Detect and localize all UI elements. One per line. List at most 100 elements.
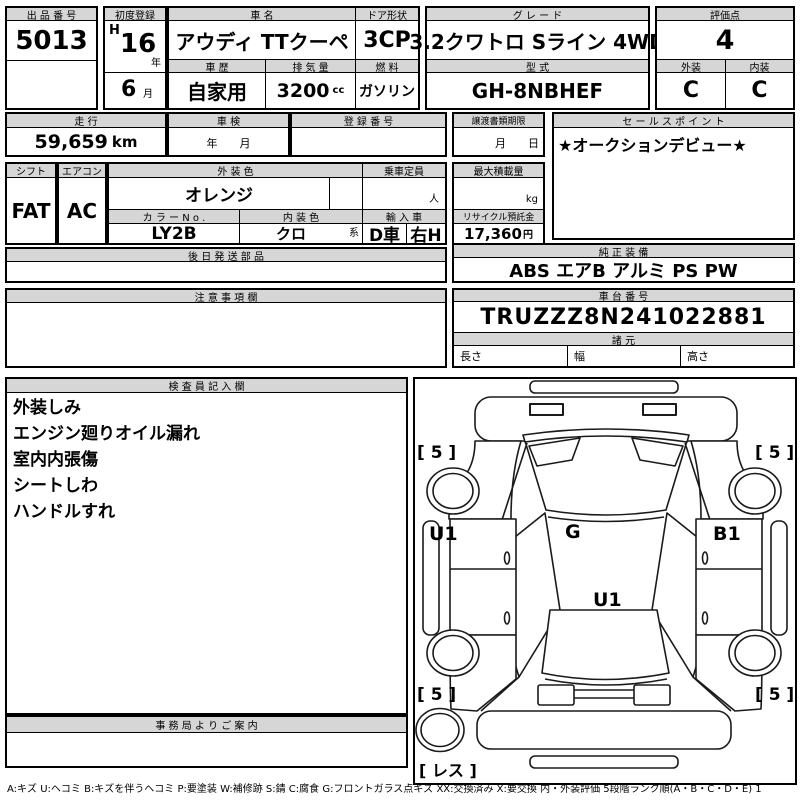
caution-value: [11, 306, 441, 364]
spare-tire-inner: [421, 714, 459, 747]
registration-number-value: [292, 128, 445, 155]
damage-code-legend: A:キズ U:ヘコミ B:キズを伴うヘコミ P:要塗装 W:補修跡 S:錆 C:…: [7, 784, 762, 795]
caution-box: 注 意 事 項 欄: [5, 288, 447, 368]
vehicle-name-value: アウディ TTクーペ: [169, 21, 355, 60]
rating-box: 評価点 4 外装 内装 C C: [655, 6, 795, 110]
year-unit: 年: [151, 58, 161, 69]
exterior-color-extra-cell: [329, 178, 362, 210]
aircon-box: エアコン AC: [57, 162, 107, 245]
interior-rating-label: 内装: [725, 60, 793, 73]
wheel-front-left-inner: [433, 474, 473, 509]
wheel-rear-left-inner: [433, 636, 473, 671]
exterior-color-label: 外 装 色: [109, 164, 362, 178]
registration-number-box: 登 録 番 号: [290, 112, 447, 157]
grade-value: 3.2クワトロ Sライン 4WD: [409, 21, 666, 60]
sales-point-value: ★オークションデビュー★: [558, 136, 747, 155]
interior-color-label: 内 装 色: [239, 210, 362, 224]
shift-box: シフト FAT: [5, 162, 57, 245]
era-letter: H: [109, 23, 120, 38]
inspector-box: 検 査 員 記 入 欄 外装しみ エンジン廻りオイル漏れ 室内内張傷 シートしわ…: [5, 377, 408, 715]
mileage-number: 59,659: [34, 130, 108, 153]
recycle-deposit-label: リサイクル預託金: [454, 210, 543, 224]
tire-depth-mark-front-left: [ 5 ]: [417, 443, 456, 463]
equipment-box: 純 正 装 備 ABS エアB アルミ PS PW: [452, 243, 795, 283]
inspector-note-line: エンジン廻りオイル漏れ: [13, 424, 200, 444]
mileage-unit: km: [111, 132, 138, 151]
sill-right: [771, 521, 787, 635]
color-section-box: 外 装 色 乗車定員 オレンジ 人 カ ラ ー N o . 内 装 色 輸 入 …: [107, 162, 447, 246]
inspector-note-line: ハンドルすれ: [13, 502, 115, 522]
grade-label: グ レ ー ド: [427, 8, 648, 21]
max-load-value-cell: kg: [454, 178, 543, 210]
capacity-unit: 人: [429, 194, 439, 205]
later-parts-box: 後 日 発 送 部 品: [5, 247, 447, 283]
fog-light-right: [643, 404, 676, 415]
model-code-label: 型 式: [427, 60, 648, 73]
fuel-label: 燃 料: [355, 60, 418, 73]
fuel-value: ガソリン: [355, 73, 418, 108]
sales-point-box: セ ー ル ス ポ イ ン ト ★オークションデビュー★: [552, 112, 795, 240]
inspector-note-line: 外装しみ: [13, 398, 81, 418]
vehicle-name-label: 車 名: [169, 8, 355, 21]
damage-mark-left-side: U1: [429, 523, 458, 545]
later-parts-label: 後 日 発 送 部 品: [7, 249, 445, 262]
first-registration-box: 初度登録 H 16 年 6 月: [103, 6, 167, 110]
rating-label: 評価点: [657, 8, 793, 21]
capacity-label: 乗車定員: [362, 164, 445, 178]
auction-sheet: 出 品 番 号 5013 初度登録 H 16 年 6 月 車 名 ドア形状 アウ…: [0, 0, 800, 800]
month-unit: 月: [143, 89, 153, 100]
shift-value: FAT: [11, 198, 51, 223]
door-handle-right-front: [703, 552, 708, 564]
door-handle-left-rear: [505, 612, 510, 624]
aircon-value: AC: [66, 198, 98, 223]
trunk-latch-right: [634, 685, 670, 705]
chassis-label: 車 台 番 号: [454, 290, 793, 302]
damage-mark-roof: U1: [593, 589, 622, 611]
first-registration-year-cell: H 16 年: [105, 21, 165, 73]
car-top-view-diagram: [ 5 ] [ 5 ] U1 G B1 U1 [ 5 ] [ 5 ] [ レス …: [415, 379, 794, 780]
mileage-value: 59,659 km: [7, 128, 165, 155]
inspector-note-line: シートしわ: [13, 476, 98, 496]
rating-value: 4: [657, 21, 793, 60]
trunk-latch-left: [538, 685, 574, 705]
transfer-deadline-box: 譲渡書類期限 月 日: [452, 112, 545, 157]
max-load-label: 最大積載量: [454, 164, 543, 178]
shaken-box: 車 検 年 月: [167, 112, 290, 157]
spec-width-label: 幅: [567, 346, 680, 366]
import-car-value1: D車: [362, 224, 406, 246]
inspector-note-line: 室内内張傷: [13, 450, 98, 470]
history-label: 車 歴: [169, 60, 265, 73]
aircon-label: エアコン: [59, 164, 105, 178]
interior-rating-value: C: [725, 73, 793, 108]
history-value: 自家用: [187, 80, 247, 104]
caution-label: 注 意 事 項 欄: [7, 290, 445, 303]
tire-depth-mark-front-right: [ 5 ]: [755, 443, 794, 463]
exterior-rating-value: C: [682, 78, 700, 103]
inspector-label: 検 査 員 記 入 欄: [7, 379, 406, 393]
spare-tire-mark: [ レス ]: [419, 761, 477, 780]
tire-depth-mark-rear-left: [ 5 ]: [417, 685, 456, 705]
lot-number-value: 5013: [7, 21, 96, 61]
office-value: [11, 735, 402, 764]
displacement-label: 排 気 量: [265, 60, 355, 73]
wheel-rear-right-inner: [735, 636, 775, 671]
shaken-value: 年 月: [206, 137, 251, 150]
chassis-value: TRUZZZ8N241022881: [454, 302, 793, 333]
rear-plate-strip: [530, 756, 678, 768]
tire-depth-mark-rear-right: [ 5 ]: [755, 685, 794, 705]
vehicle-name-box: 車 名 ドア形状 アウディ TTクーペ 3CP 車 歴 排 気 量 燃 料 自家…: [167, 6, 420, 110]
interior-color-value: クロ: [275, 225, 306, 243]
lot-number-box: 出 品 番 号 5013: [5, 6, 98, 110]
spec-length-label: 長さ: [460, 350, 482, 363]
office-label: 事 務 局 よ り ご 案 内: [7, 717, 406, 733]
shift-label: シフト: [7, 164, 55, 178]
spec-height-label: 高さ: [680, 346, 793, 366]
max-load-unit: kg: [525, 194, 538, 205]
damage-mark-right-side: B1: [713, 523, 741, 545]
capacity-value-cell: 人: [362, 178, 445, 210]
color-no-label: カ ラ ー N o .: [109, 210, 239, 224]
chassis-box: 車 台 番 号 TRUZZZ8N241022881 諸 元 長さ 幅 高さ: [452, 288, 795, 368]
first-registration-month: 6: [121, 77, 137, 102]
sales-point-label: セ ー ル ス ポ イ ン ト: [554, 114, 793, 128]
later-parts-value: [7, 262, 445, 281]
